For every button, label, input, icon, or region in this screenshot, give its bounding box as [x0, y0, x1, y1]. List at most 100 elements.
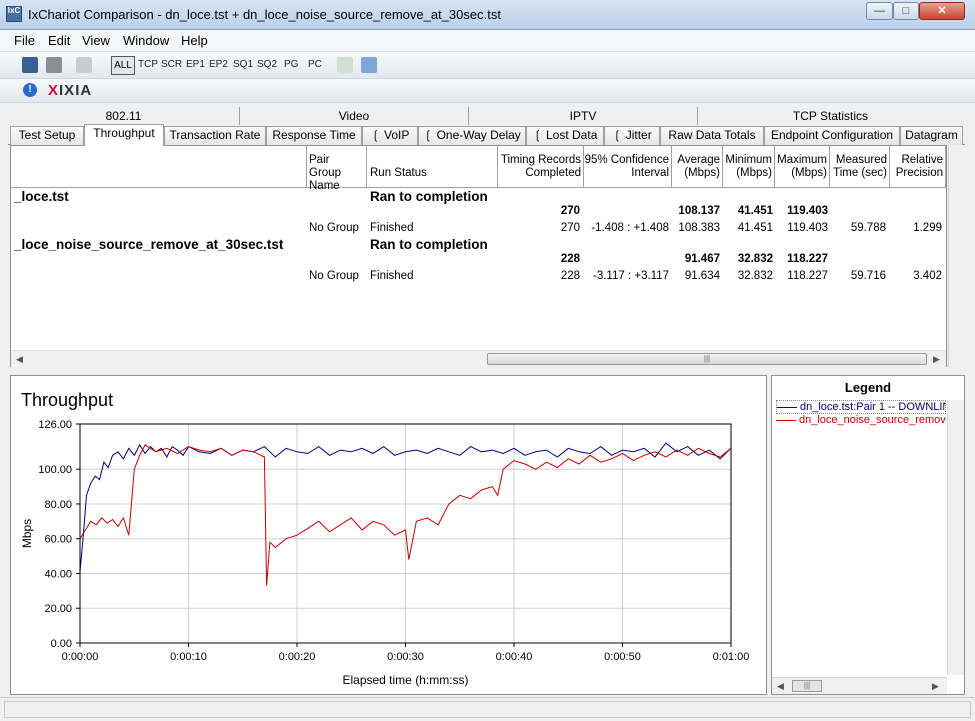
legend-pane: Legend dn_loce.tst:Pair 1 -- DOWNLIN dn_…	[771, 375, 965, 695]
scroll-right-icon[interactable]: ▶	[933, 354, 940, 365]
menu-help[interactable]: Help	[181, 33, 208, 48]
chart-pane: Throughput 0.00 20.00 40.00 60.00 80.00 100.00…	[10, 375, 767, 695]
tab-row-categories: 802.11 Video IPTV TCP Statistics	[8, 107, 965, 125]
header-run-status[interactable]: Run Status	[367, 146, 498, 188]
pane-splitter[interactable]	[10, 367, 965, 375]
scroll-left-icon[interactable]: ◀	[16, 354, 23, 365]
chart-title: Throughput	[21, 390, 113, 410]
test-name[interactable]: _loce.tst	[14, 189, 69, 204]
save-icon[interactable]	[22, 57, 38, 73]
tab-response-time[interactable]: Response Time	[266, 126, 362, 145]
filter-pc-button[interactable]: PC	[308, 59, 322, 70]
app-icon: IxC	[6, 6, 22, 22]
tab-jitter[interactable]: ❲ Jitter	[604, 126, 660, 145]
tab-test-setup[interactable]: Test Setup	[10, 126, 84, 145]
tab-throughput[interactable]: Throughput	[84, 124, 164, 146]
menu-file[interactable]: File	[14, 33, 35, 48]
summary-minimum: 32.832	[737, 253, 773, 265]
tab-tcp-statistics[interactable]: TCP Statistics	[698, 107, 963, 125]
pair-status: Finished	[370, 270, 414, 282]
summary-minimum: 41.451	[737, 205, 773, 217]
scroll-thumb[interactable]: |||	[487, 353, 927, 365]
toolbar: ALL TCP SCR EP1 EP2 SQ1 SQ2 PG PC	[0, 52, 975, 79]
results-table: Pair Group Name Run Status Timing Record…	[10, 145, 947, 367]
voip-icon: ❲	[370, 128, 385, 142]
filter-pg-button[interactable]: PG	[284, 59, 298, 70]
lost-data-icon: ❲	[532, 128, 546, 142]
pair-time: 59.788	[850, 222, 886, 234]
tab-datagram[interactable]: Datagram	[900, 126, 963, 145]
export-icon[interactable]	[337, 57, 353, 73]
header-confidence-interval[interactable]: 95% Confidence Interval	[584, 146, 672, 188]
filter-all-button[interactable]: ALL	[111, 56, 135, 75]
x-axis-label: Elapsed time (h:mm:ss)	[342, 673, 468, 687]
pair-minimum: 32.832	[737, 270, 773, 282]
tab-lost-data[interactable]: ❲ Lost Data	[526, 126, 604, 145]
maximize-button[interactable]: □	[893, 2, 919, 20]
tab-voip[interactable]: ❲ VoIP	[362, 126, 418, 145]
legend-item[interactable]: dn_loce_noise_source_remov	[776, 414, 946, 428]
tab-iptv[interactable]: IPTV	[469, 107, 698, 125]
y-tick-label: 20.00	[44, 603, 72, 615]
tab-transaction-rate[interactable]: Transaction Rate	[164, 126, 266, 145]
tab-video[interactable]: Video	[240, 107, 469, 125]
tab-raw-data-totals[interactable]: Raw Data Totals	[660, 126, 764, 145]
pair-group: No Group	[309, 270, 359, 282]
filter-tcp-button[interactable]: TCP	[138, 59, 158, 70]
x-tick-label: 0:00:10	[170, 651, 207, 663]
scroll-thumb[interactable]: |||	[792, 680, 822, 692]
header-maximum[interactable]: Maximum (Mbps)	[775, 146, 830, 188]
scroll-left-icon[interactable]: ◀	[777, 681, 784, 692]
filter-sq2-button[interactable]: SQ2	[257, 59, 277, 70]
print-icon[interactable]	[46, 57, 62, 73]
header-relative-precision[interactable]: Relative Precision	[890, 146, 946, 188]
x-tick-label: 0:00:20	[279, 651, 316, 663]
header-pair-group-name[interactable]: Pair Group Name	[307, 146, 367, 192]
tab-row-results: Test Setup Throughput Transaction Rate R…	[8, 124, 965, 146]
pair-records: 228	[560, 270, 580, 282]
pair-group: No Group	[309, 222, 359, 234]
legend-title: Legend	[844, 380, 892, 395]
pair-precision: 1.299	[913, 222, 942, 234]
pair-status: Finished	[370, 222, 414, 234]
pair-maximum: 118.227	[787, 270, 828, 282]
header-average[interactable]: Average (Mbps)	[672, 146, 723, 188]
test-run-status: Ran to completion	[370, 237, 488, 252]
report-icon[interactable]	[361, 57, 377, 73]
status-field	[4, 701, 971, 718]
legend-horizontal-scrollbar[interactable]: ◀ ||| ▶	[772, 677, 947, 694]
legend-swatch	[776, 419, 796, 421]
one-way-delay-icon: ❲	[423, 128, 437, 142]
window-title: IxChariot Comparison - dn_loce.tst + dn_…	[28, 7, 501, 22]
tab-one-way-delay[interactable]: ❲ One-Way Delay	[418, 126, 526, 145]
x-tick-label: 0:00:30	[387, 651, 424, 663]
menu-window[interactable]: Window	[123, 33, 169, 48]
copy-icon[interactable]	[76, 57, 92, 73]
filter-sq1-button[interactable]: SQ1	[233, 59, 253, 70]
scroll-right-icon[interactable]: ▶	[932, 681, 939, 692]
filter-scr-button[interactable]: SCR	[161, 59, 182, 70]
header-minimum[interactable]: Minimum (Mbps)	[723, 146, 775, 188]
close-button[interactable]: ✕	[919, 2, 965, 20]
x-tick-label: 0:00:50	[604, 651, 641, 663]
tab-endpoint-configuration[interactable]: Endpoint Configuration	[764, 126, 900, 145]
summary-maximum: 118.227	[787, 253, 828, 265]
filter-ep2-button[interactable]: EP2	[209, 59, 228, 70]
pair-minimum: 41.451	[737, 222, 773, 234]
tab-802-11[interactable]: 802.11	[8, 107, 240, 125]
filter-ep1-button[interactable]: EP1	[186, 59, 205, 70]
table-horizontal-scrollbar[interactable]: ◀ ||| ▶	[11, 350, 946, 367]
summary-records: 228	[560, 253, 580, 265]
test-name[interactable]: _loce_noise_source_remove_at_30sec.tst	[14, 237, 283, 252]
legend-vertical-scrollbar[interactable]	[947, 400, 964, 675]
header-measured-time[interactable]: Measured Time (sec)	[830, 146, 890, 188]
menu-view[interactable]: View	[82, 33, 110, 48]
legend-item[interactable]: dn_loce.tst:Pair 1 -- DOWNLIN	[776, 400, 946, 414]
x-tick-label: 0:01:00	[713, 651, 750, 663]
table-vertical-scrollbar[interactable]	[948, 145, 965, 367]
info-icon[interactable]: !	[23, 83, 37, 97]
menu-edit[interactable]: Edit	[48, 33, 70, 48]
minimize-button[interactable]: —	[866, 2, 893, 20]
pair-ci: -1.408 : +1.408	[591, 222, 669, 234]
header-timing-records[interactable]: Timing Records Completed	[498, 146, 584, 188]
